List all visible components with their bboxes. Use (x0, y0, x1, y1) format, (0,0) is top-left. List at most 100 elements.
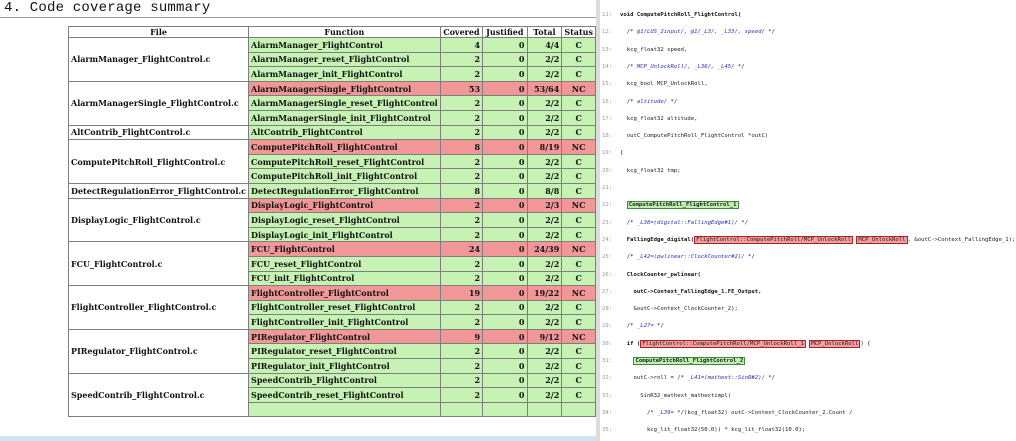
total-cell: 2/2 (526, 51, 563, 68)
code-token: { (620, 150, 624, 157)
total-cell: 9/12 (526, 328, 563, 345)
status-cell: C (561, 153, 596, 170)
justified-cell (482, 401, 528, 418)
code-text: kcg_bool MCP_UnlockRoll, (620, 81, 708, 87)
total-cell: 2/2 (526, 95, 563, 111)
justified-cell: 0 (482, 66, 528, 82)
coverage-report-panel: 4. Code coverage summary File Function C… (0, 0, 596, 441)
total-cell: 2/2 (526, 153, 563, 170)
covered-cell: 2 (439, 343, 484, 360)
col-justified-header: Justified (482, 26, 528, 38)
code-line: 31: ComputePitchRoll_FlightControl_2 (600, 357, 1016, 370)
code-text: kcg_float32 tmp; (620, 168, 681, 174)
col-file-header: File (67, 26, 250, 38)
function-name-cell: PIRegulator_FlightControl (248, 328, 441, 345)
coverage-table: File Function Covered Justified Total St… (67, 26, 596, 418)
function-name-cell: AlarmManagerSingle_reset_FlightControl (248, 95, 441, 111)
code-line: 29: /* _L27= */ (600, 323, 1016, 335)
covered-block-marker[interactable]: ComputePitchRoll_FlightControl_1 (626, 201, 739, 210)
covered-block-marker[interactable]: ComputePitchRoll_FlightControl_2 (633, 357, 746, 365)
code-text: /* altitude/ */ (620, 99, 678, 105)
status-cell: C (561, 182, 596, 199)
covered-cell: 8 (439, 182, 484, 199)
code-line: 17: kcg_float32 altitude, (600, 116, 1016, 128)
code-text: { (620, 150, 623, 156)
code-token: /* (620, 323, 637, 330)
total-cell: 24/39 (526, 241, 563, 257)
justified-cell: 0 (482, 372, 528, 389)
code-token: /* (620, 254, 637, 261)
line-number: 22: (602, 202, 613, 209)
function-name-cell: ComputePitchRoll_reset_FlightControl (248, 153, 441, 170)
line-number: 13: (602, 46, 613, 53)
function-name-cell: AlarmManager_init_FlightControl (248, 66, 441, 82)
code-text: outC->roll = /* _L41=(mathext::SinR#2)/ … (620, 375, 774, 381)
code-comment: _L39= (657, 409, 674, 416)
code-line: 35: kcg_lit_float32(50.0)) * kcg_lit_flo… (600, 427, 1016, 439)
coverage-row: AltContrib_FlightControl.c AltContrib_Fli… (67, 124, 596, 141)
covered-cell: 2 (439, 197, 484, 214)
justified-cell: 0 (482, 328, 528, 345)
covered-cell: 2 (439, 109, 484, 126)
covered-cell: 2 (439, 124, 484, 141)
covered-cell: 2 (439, 270, 484, 287)
covered-cell: 2 (439, 95, 484, 111)
code-text: kcg_lit_float32(50.0)) * kcg_lit_float32… (620, 427, 805, 433)
justified-cell: 0 (482, 241, 528, 257)
covered-cell: 8 (439, 139, 484, 155)
code-line: 24: FallingEdge_digital(FlightControl::C… (600, 235, 1016, 249)
function-name-cell: PIRegulator_reset_FlightControl (248, 343, 441, 360)
line-number: 12: (602, 29, 613, 36)
line-number: 20: (602, 167, 613, 174)
code-token: SinR32_mathext_mathextimpl( (620, 392, 732, 399)
code-token: &outC->Context_ClockCounter_2); (620, 306, 738, 313)
total-cell: 2/2 (526, 270, 563, 287)
code-text: outC_ComputePitchRoll_FlightControl *out… (620, 133, 768, 139)
code-token: */ (734, 63, 745, 70)
coverage-table-body: AlarmManager_FlightControl.c AlarmManager… (67, 37, 596, 418)
code-line: 28: &outC->Context_ClockCounter_2); (600, 306, 1016, 318)
justified-cell: 0 (482, 168, 528, 184)
code-line: 16: /* altitude/ */ (600, 99, 1016, 111)
col-total-header: Total (526, 26, 563, 38)
covered-cell: 2 (439, 226, 484, 243)
total-cell: 2/2 (526, 168, 563, 184)
code-text: if (FlightControl::ComputePitchRoll/MCP_… (620, 339, 871, 348)
coverage-row: DetectRegulationError_FlightControl.c Det… (67, 182, 596, 199)
file-name-cell: FlightController_FlightControl.c (67, 285, 250, 330)
bottom-scrollbar-strip[interactable] (0, 436, 596, 441)
uncovered-branch-marker[interactable]: MCP_UnlockRoll (856, 235, 908, 244)
coverage-row: AlarmManager_FlightControl.c AlarmManager… (67, 37, 596, 82)
code-line: 15: kcg_bool MCP_UnlockRoll, (600, 81, 1016, 93)
code-token: ) { (860, 340, 871, 347)
total-cell: 2/2 (526, 372, 563, 389)
code-token: if ( (620, 340, 641, 347)
function-name-cell: DetectRegulationError_FlightControl (248, 182, 441, 199)
uncovered-branch-marker[interactable]: MCP_UnlockRoll (809, 339, 861, 348)
code-text: FallingEdge_digital(FlightControl::Compu… (620, 235, 1015, 244)
total-cell: 2/2 (526, 212, 563, 228)
code-token: */ (737, 219, 748, 226)
line-number: 11: (602, 12, 613, 18)
justified-cell: 0 (482, 139, 528, 155)
code-line: 30: if (FlightControl::ComputePitchRoll/… (600, 339, 1016, 353)
code-token: FallingEdge_digital( (620, 236, 695, 243)
function-name-cell: SpeedContrib_FlightControl (248, 372, 441, 389)
status-cell: NC (561, 197, 596, 214)
file-name-cell: AlarmManager_FlightControl.c (67, 37, 250, 82)
uncovered-branch-marker[interactable]: FlightControl::ComputePitchRoll/MCP_Unlo… (694, 235, 854, 244)
code-comment: @1/LUS_2input/, @1/_L3/, _L33/, speed/ (636, 29, 765, 36)
code-token: kcg_float32 altitude, (620, 115, 698, 122)
col-covered-header: Covered (439, 26, 484, 38)
code-token: /* (620, 63, 637, 70)
line-number: 23: (602, 219, 613, 226)
covered-cell: 2 (439, 299, 484, 316)
code-line: 20: kcg_float32 tmp; (600, 168, 1016, 180)
coverage-row: PIRegulator_FlightControl.c PIRegulator_F… (67, 328, 596, 374)
covered-cell: 24 (439, 241, 484, 257)
file-name-cell: AltContrib_FlightControl.c (67, 124, 250, 141)
uncovered-branch-marker[interactable]: FlightControl::ComputePitchRoll/MCP_Unlo… (640, 339, 806, 348)
status-cell: NC (561, 80, 596, 97)
file-name-cell: DetectRegulationError_FlightControl.c (67, 182, 250, 199)
code-token: /* (620, 219, 637, 226)
